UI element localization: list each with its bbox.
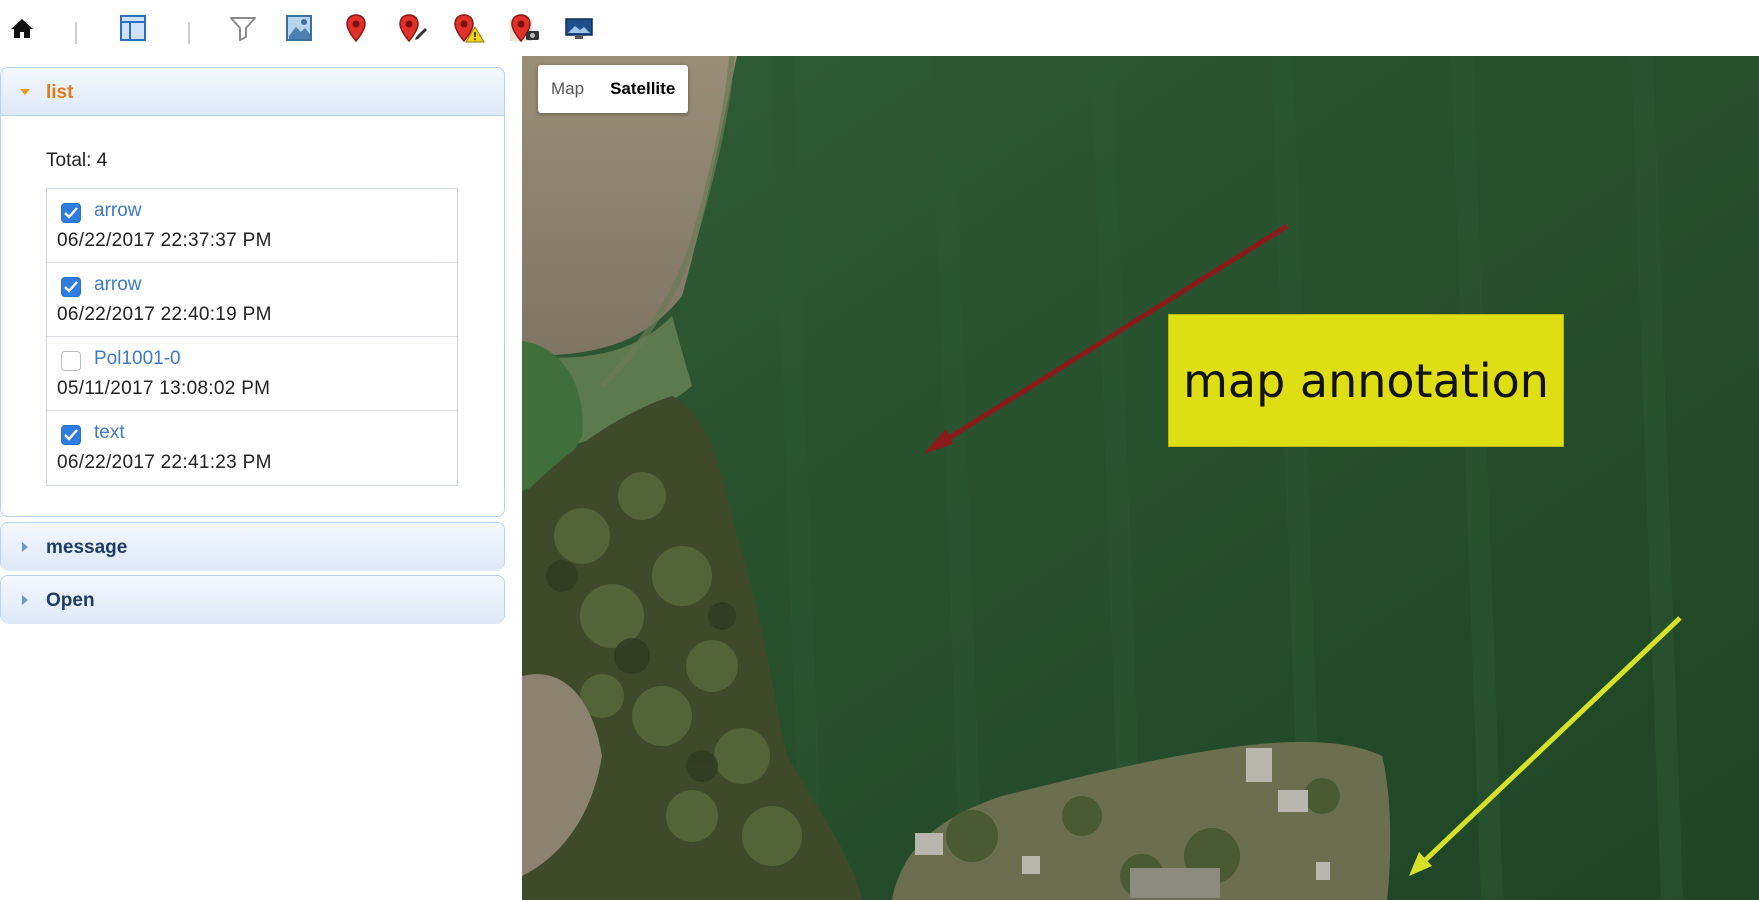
caret-down-icon bbox=[20, 89, 30, 95]
text-annotation-box[interactable]: map annotation bbox=[1168, 314, 1564, 447]
item-name-link[interactable]: text bbox=[94, 422, 125, 444]
toolbar bbox=[0, 0, 1759, 56]
map-type-satellite-button[interactable]: Satellite bbox=[597, 65, 688, 113]
message-panel-header[interactable]: message bbox=[1, 523, 504, 571]
list-item: arrow 06/22/2017 22:40:19 PM bbox=[47, 263, 457, 337]
message-panel: message bbox=[0, 522, 505, 571]
layout-panel-icon[interactable] bbox=[115, 10, 151, 46]
map-view[interactable]: Map Satellite map annotation bbox=[522, 56, 1759, 900]
list-panel-header[interactable]: list bbox=[1, 68, 504, 116]
message-panel-title: message bbox=[46, 537, 128, 558]
screen-icon[interactable] bbox=[561, 10, 597, 46]
item-checkbox[interactable] bbox=[61, 425, 81, 445]
item-timestamp: 06/22/2017 22:40:19 PM bbox=[57, 304, 272, 325]
item-name-link[interactable]: arrow bbox=[94, 274, 142, 296]
list-item: text 06/22/2017 22:41:23 PM bbox=[47, 411, 457, 485]
home-icon[interactable] bbox=[4, 10, 40, 46]
list-panel: list Total: 4 arrow 06/22/2017 22:37:37 … bbox=[0, 67, 505, 517]
toolbar-separator bbox=[188, 22, 190, 44]
open-panel: Open bbox=[0, 575, 505, 624]
list-panel-title: list bbox=[46, 82, 74, 103]
item-name-link[interactable]: Pol1001-0 bbox=[94, 348, 181, 370]
annotation-list: arrow 06/22/2017 22:37:37 PM arrow 06/22… bbox=[46, 188, 458, 486]
check-icon bbox=[64, 207, 78, 219]
check-icon bbox=[64, 281, 78, 293]
filter-icon[interactable] bbox=[225, 10, 261, 46]
item-timestamp: 06/22/2017 22:41:23 PM bbox=[57, 452, 272, 473]
map-image-icon[interactable] bbox=[281, 10, 317, 46]
pin-warning-icon[interactable] bbox=[451, 10, 487, 46]
item-checkbox[interactable] bbox=[61, 203, 81, 223]
item-checkbox[interactable] bbox=[61, 277, 81, 297]
map-pin-icon[interactable] bbox=[338, 10, 374, 46]
list-item: Pol1001-0 05/11/2017 13:08:02 PM bbox=[47, 337, 457, 411]
pin-camera-icon[interactable] bbox=[507, 10, 543, 46]
total-count: Total: 4 bbox=[46, 150, 108, 171]
map-type-control: Map Satellite bbox=[538, 65, 689, 113]
open-panel-title: Open bbox=[46, 590, 95, 611]
item-timestamp: 06/22/2017 22:37:37 PM bbox=[57, 230, 272, 251]
text-annotation-label: map annotation bbox=[1183, 353, 1549, 408]
caret-right-icon bbox=[22, 542, 28, 552]
check-icon bbox=[64, 429, 78, 441]
sidebar: list Total: 4 arrow 06/22/2017 22:37:37 … bbox=[0, 56, 522, 900]
list-item: arrow 06/22/2017 22:37:37 PM bbox=[47, 189, 457, 263]
item-name-link[interactable]: arrow bbox=[94, 200, 142, 222]
pin-edit-icon[interactable] bbox=[395, 10, 431, 46]
open-panel-header[interactable]: Open bbox=[1, 576, 504, 624]
map-type-map-button[interactable]: Map bbox=[538, 65, 597, 113]
item-timestamp: 05/11/2017 13:08:02 PM bbox=[57, 378, 271, 399]
caret-right-icon bbox=[22, 595, 28, 605]
item-checkbox[interactable] bbox=[61, 351, 81, 371]
toolbar-separator bbox=[75, 22, 77, 44]
satellite-imagery bbox=[522, 56, 1759, 900]
